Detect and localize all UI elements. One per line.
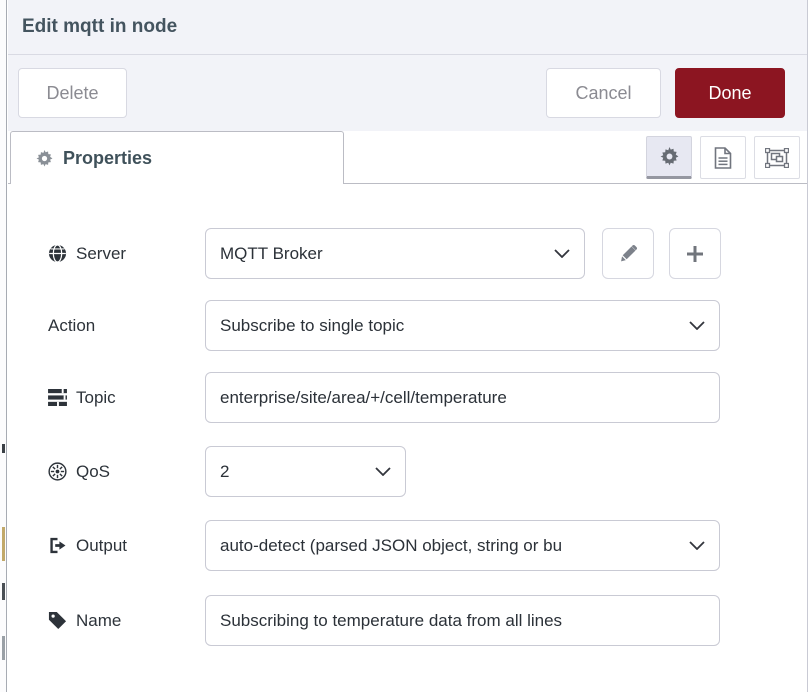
- topic-row: Topic: [48, 372, 720, 423]
- chevron-down-icon: [689, 321, 705, 330]
- qos-row: QoS 2: [48, 446, 406, 497]
- globe-icon: [48, 244, 67, 263]
- sign-out-icon: [48, 536, 67, 555]
- plus-icon: [686, 245, 704, 263]
- cancel-button[interactable]: Cancel: [546, 68, 661, 118]
- appearance-tab-button[interactable]: [754, 136, 800, 179]
- properties-panel: Server MQTT Broker: [8, 184, 807, 692]
- output-label: Output: [48, 536, 205, 556]
- name-input[interactable]: [205, 595, 720, 646]
- tab-properties-label: Properties: [63, 148, 152, 169]
- qos-select[interactable]: 2: [205, 446, 406, 497]
- document-icon: [714, 147, 732, 169]
- tab-properties[interactable]: Properties: [10, 131, 344, 184]
- chevron-down-icon: [554, 249, 570, 258]
- output-select[interactable]: auto-detect (parsed JSON object, string …: [205, 520, 720, 571]
- workspace-node-fragment: [2, 636, 5, 660]
- action-label: Action: [48, 316, 205, 336]
- empire-icon: [48, 462, 67, 481]
- topic-label: Topic: [48, 388, 205, 408]
- tab-bar: Properties: [8, 131, 807, 184]
- server-select[interactable]: MQTT Broker: [205, 228, 585, 279]
- editor-tab-buttons: [646, 136, 800, 179]
- chevron-down-icon: [375, 467, 391, 476]
- name-label: Name: [48, 611, 205, 631]
- pencil-icon: [619, 244, 638, 263]
- edit-node-dialog: Edit mqtt in node Delete Cancel Done Pro…: [8, 0, 808, 692]
- workspace-node-fragment: [2, 583, 5, 600]
- chevron-down-icon: [689, 541, 705, 550]
- workspace-node-fragment: [2, 444, 5, 453]
- description-tab-button[interactable]: [700, 136, 746, 179]
- server-row: Server MQTT Broker: [48, 228, 721, 279]
- qos-label: QoS: [48, 462, 205, 482]
- delete-button[interactable]: Delete: [18, 68, 127, 118]
- dialog-title: Edit mqtt in node: [22, 16, 177, 38]
- add-server-button[interactable]: [669, 228, 721, 279]
- edit-server-button[interactable]: [602, 228, 654, 279]
- workspace-node-fragment: [2, 527, 5, 561]
- done-button[interactable]: Done: [675, 68, 785, 118]
- gear-icon: [36, 150, 53, 167]
- dialog-header: Edit mqtt in node: [8, 0, 807, 55]
- topic-input[interactable]: [205, 372, 720, 423]
- tag-icon: [48, 611, 67, 630]
- action-row: Action Subscribe to single topic: [48, 300, 720, 351]
- server-label: Server: [48, 244, 205, 264]
- gear-icon: [660, 147, 679, 166]
- workspace-edge: [0, 0, 7, 692]
- properties-tab-button[interactable]: [646, 136, 692, 179]
- dialog-toolbar: Delete Cancel Done: [8, 55, 807, 131]
- tasks-icon: [48, 389, 67, 406]
- output-row: Output auto-detect (parsed JSON object, …: [48, 520, 720, 571]
- action-select[interactable]: Subscribe to single topic: [205, 300, 720, 351]
- object-group-icon: [765, 148, 789, 168]
- name-row: Name: [48, 595, 720, 646]
